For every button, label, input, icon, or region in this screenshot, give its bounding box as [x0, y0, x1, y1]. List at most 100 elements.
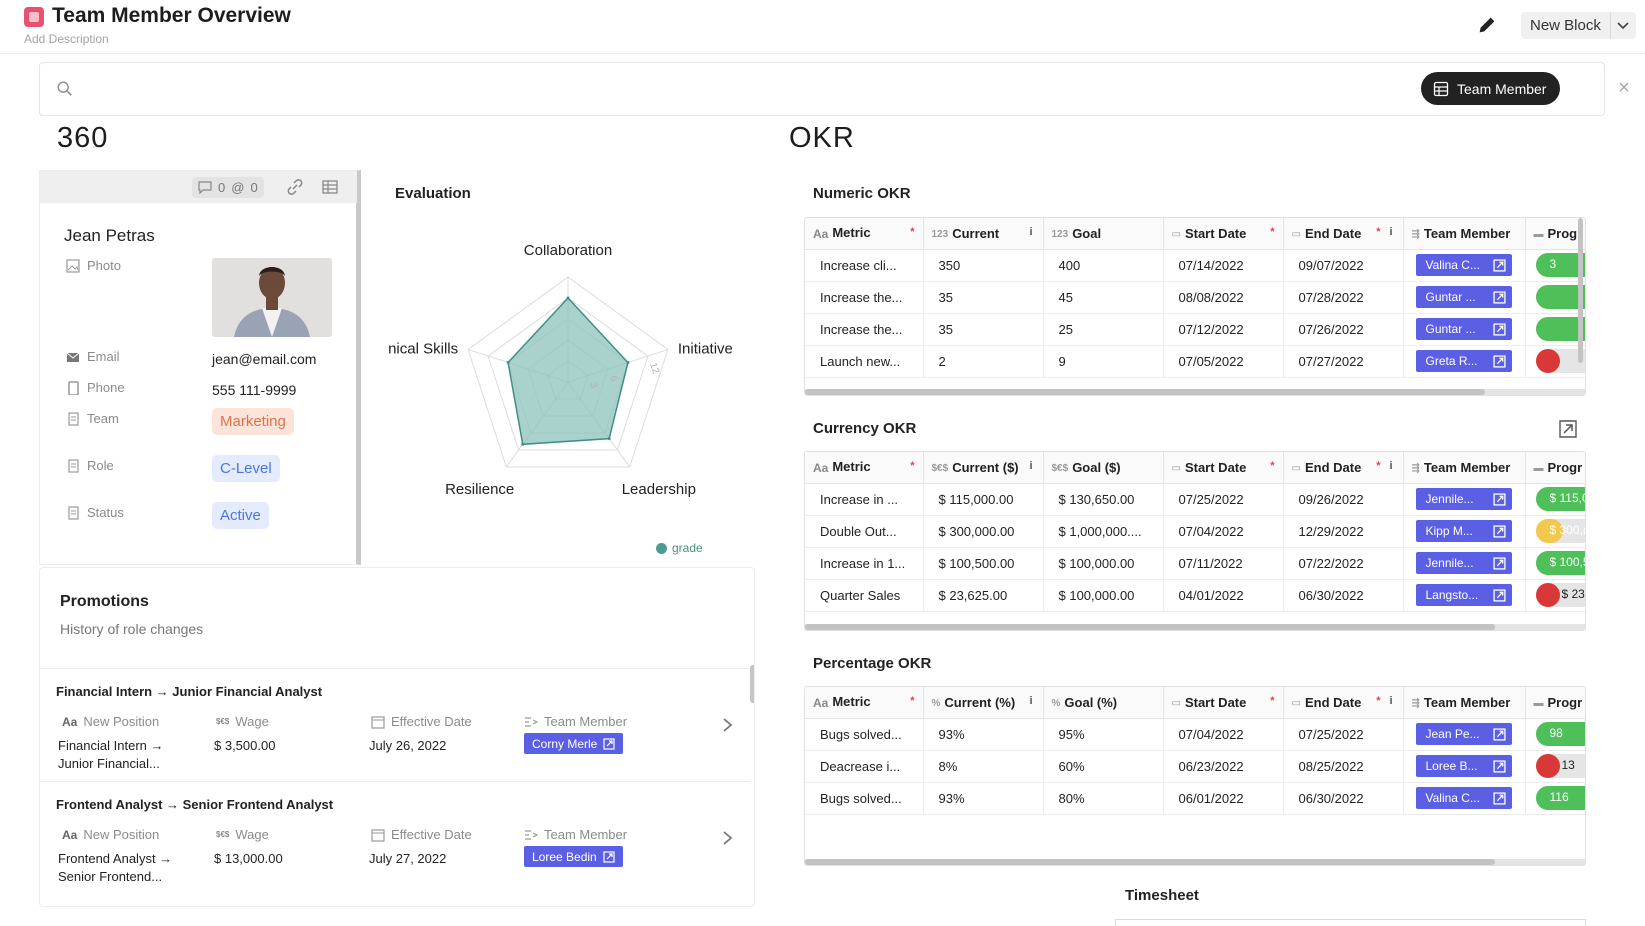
team-member-chip[interactable]: Valina C...	[1415, 254, 1512, 276]
cell-goal[interactable]: $ 100,000.00	[1043, 547, 1164, 580]
cell-start[interactable]: 07/04/2022	[1163, 718, 1284, 751]
cell-current[interactable]: 35	[923, 281, 1044, 314]
radar-point[interactable]	[566, 296, 570, 300]
info-icon[interactable]: i	[1389, 695, 1392, 707]
new-block-button[interactable]: New Block	[1521, 12, 1636, 39]
radar-point[interactable]	[607, 437, 611, 441]
status-tag[interactable]: Active	[212, 502, 269, 529]
team-member-chip[interactable]: Kipp M...	[1415, 520, 1512, 542]
cell-current[interactable]: 350	[923, 249, 1044, 282]
cell-metric[interactable]: Quarter Sales	[805, 579, 924, 612]
cell-end[interactable]: 07/27/2022	[1283, 345, 1404, 378]
cell-start[interactable]: 07/04/2022	[1163, 515, 1284, 548]
info-icon[interactable]: i	[1389, 226, 1392, 238]
link-icon[interactable]	[285, 177, 305, 197]
scrollbar-thumb[interactable]	[805, 859, 1495, 865]
cell-start[interactable]: 06/01/2022	[1163, 782, 1284, 815]
table-row[interactable]: Increase in ... $ 115,000.00 $ 130,650.00 0…	[805, 483, 1585, 516]
cell-metric[interactable]: Bugs solved...	[805, 782, 924, 815]
column-header[interactable]: $€$ Current ($) i	[923, 452, 1044, 484]
info-icon[interactable]: i	[1029, 695, 1032, 707]
team-member-chip[interactable]: Guntar ...	[1415, 318, 1512, 340]
chevron-right-icon[interactable]	[721, 830, 735, 846]
new-block-label[interactable]: New Block	[1521, 12, 1610, 39]
table-row[interactable]: Increase cli... 350 400 07/14/2022 09/07/202…	[805, 249, 1585, 282]
cell-end[interactable]: 08/25/2022	[1283, 750, 1404, 783]
cell-current[interactable]: $ 115,000.00	[923, 483, 1044, 516]
cell-goal[interactable]: 80%	[1043, 782, 1164, 815]
cell-goal[interactable]: 9	[1043, 345, 1164, 378]
profile-photo[interactable]	[212, 258, 332, 337]
cell-goal[interactable]: 45	[1043, 281, 1164, 314]
column-header[interactable]: ▭ Start Date *	[1163, 452, 1284, 484]
team-member-chip[interactable]: Loree B...	[1415, 755, 1512, 777]
cell-metric[interactable]: Double Out...	[805, 515, 924, 548]
cell-metric[interactable]: Increase cli...	[805, 249, 924, 282]
cell-start[interactable]: 07/11/2022	[1163, 547, 1284, 580]
table-row[interactable]: Deacrease i... 8% 60% 06/23/2022 08/25/2022 L…	[805, 750, 1585, 783]
close-icon[interactable]: ×	[1614, 78, 1634, 98]
cell-current[interactable]: 93%	[923, 718, 1044, 751]
cell-metric[interactable]: Deacrease i...	[805, 750, 924, 783]
column-header[interactable]: ▬ Progr	[1525, 687, 1585, 719]
column-header[interactable]: Aa Metric *	[805, 452, 924, 484]
column-header[interactable]: $€$ Goal ($)	[1043, 452, 1164, 484]
cell-metric[interactable]: Increase the...	[805, 281, 924, 314]
cell-metric[interactable]: Increase in ...	[805, 483, 924, 516]
table-row[interactable]: Bugs solved... 93% 95% 07/04/2022 07/25/2022…	[805, 718, 1585, 751]
info-icon[interactable]: i	[1389, 460, 1392, 472]
table-row[interactable]: Bugs solved... 93% 80% 06/01/2022 06/30/2022…	[805, 782, 1585, 815]
cell-end[interactable]: 07/25/2022	[1283, 718, 1404, 751]
column-header[interactable]: ▭ End Date * i	[1283, 218, 1404, 250]
cell-metric[interactable]: Increase in 1...	[805, 547, 924, 580]
radar-series-grade[interactable]	[507, 296, 629, 446]
team-member-chip[interactable]: Jean Pe...	[1415, 723, 1512, 745]
cell-end[interactable]: 09/26/2022	[1283, 483, 1404, 516]
cell-goal[interactable]: $ 130,650.00	[1043, 483, 1164, 516]
table-row[interactable]: Launch new... 2 9 07/05/2022 07/27/2022 Greta…	[805, 345, 1585, 378]
promotion-item[interactable]: Financial Intern → Junior Financial Anal…	[40, 668, 750, 781]
column-header[interactable]: 123 Current i	[923, 218, 1044, 250]
table-row[interactable]: Quarter Sales $ 23,625.00 $ 100,000.00 04/0…	[805, 579, 1585, 612]
promotions-scrollbar[interactable]	[750, 665, 754, 703]
horizontal-scrollbar[interactable]	[805, 624, 1585, 630]
email-value[interactable]: jean@email.com	[212, 351, 316, 367]
cell-start[interactable]: 07/12/2022	[1163, 313, 1284, 346]
cell-metric[interactable]: Launch new...	[805, 345, 924, 378]
cell-start[interactable]: 04/01/2022	[1163, 579, 1284, 612]
cell-goal[interactable]: $ 100,000.00	[1043, 579, 1164, 612]
team-member-filter-chip[interactable]: Team Member	[1421, 72, 1561, 105]
cell-start[interactable]: 08/08/2022	[1163, 281, 1284, 314]
add-description[interactable]: Add Description	[24, 32, 109, 46]
radar-point[interactable]	[626, 361, 630, 365]
vertical-scrollbar[interactable]	[1578, 218, 1583, 363]
cell-current[interactable]: 8%	[923, 750, 1044, 783]
column-header[interactable]: ▭ Start Date *	[1163, 687, 1284, 719]
promotion-item[interactable]: Frontend Analyst → Senior Frontend Analy…	[40, 781, 750, 894]
column-header[interactable]: Aa Metric *	[805, 687, 924, 719]
comment-mention-counts[interactable]: 0 @ 0	[192, 177, 264, 198]
team-member-chip[interactable]: Greta R...	[1415, 350, 1512, 372]
cell-end[interactable]: 09/07/2022	[1283, 249, 1404, 282]
column-header[interactable]: Aa Metric *	[805, 218, 924, 250]
column-header[interactable]: ▭ End Date * i	[1283, 687, 1404, 719]
table-view-icon[interactable]	[320, 177, 340, 197]
cell-start[interactable]: 07/05/2022	[1163, 345, 1284, 378]
cell-end[interactable]: 06/30/2022	[1283, 782, 1404, 815]
column-header[interactable]: ⇶ Team Member	[1403, 452, 1526, 484]
column-header[interactable]: 123 Goal	[1043, 218, 1164, 250]
column-header[interactable]: ▬ Progr	[1525, 452, 1585, 484]
cell-goal[interactable]: 95%	[1043, 718, 1164, 751]
cell-end[interactable]: 07/26/2022	[1283, 313, 1404, 346]
chevron-right-icon[interactable]	[721, 717, 735, 733]
cell-current[interactable]: 2	[923, 345, 1044, 378]
cell-current[interactable]: $ 300,000.00	[923, 515, 1044, 548]
cell-current[interactable]: 93%	[923, 782, 1044, 815]
team-member-chip[interactable]: Corny Merle	[524, 733, 624, 754]
team-member-chip[interactable]: Guntar ...	[1415, 286, 1512, 308]
expand-icon[interactable]	[1557, 418, 1579, 440]
column-header[interactable]: ▭ Start Date *	[1163, 218, 1284, 250]
table-row[interactable]: Increase the... 35 25 07/12/2022 07/26/2022 G…	[805, 313, 1585, 346]
team-member-chip[interactable]: Valina C...	[1415, 787, 1512, 809]
column-header[interactable]: % Goal (%)	[1043, 687, 1164, 719]
